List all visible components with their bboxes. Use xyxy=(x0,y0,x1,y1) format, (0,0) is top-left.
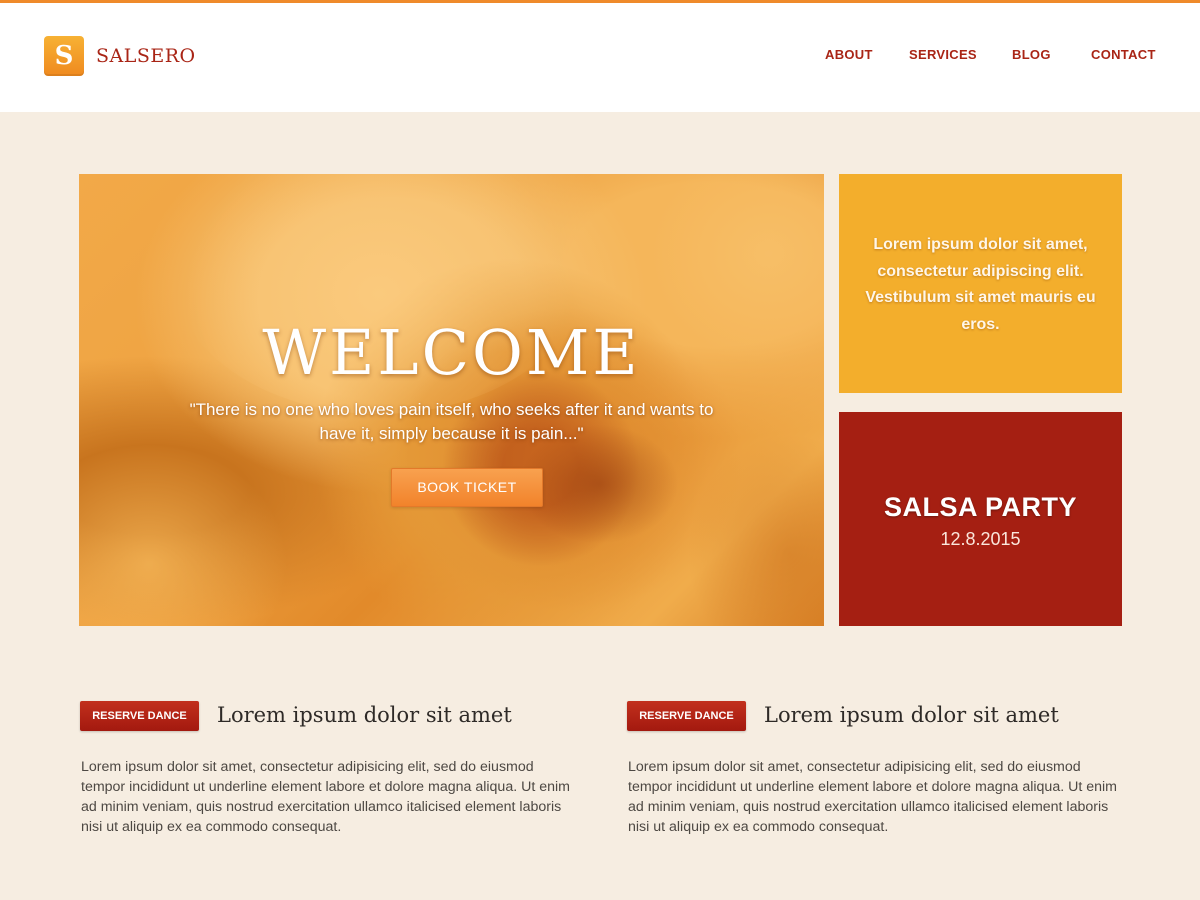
card-text: Lorem ipsum dolor sit amet, consectetur … xyxy=(628,759,1117,835)
event-date: 12.8.2015 xyxy=(940,529,1021,549)
promo-text: Lorem ipsum dolor sit amet, consectetur … xyxy=(865,236,1096,333)
hero-title: WELCOME xyxy=(262,316,641,389)
hero-quote: "There is no one who loves pain itself, … xyxy=(189,400,714,443)
event-title: SALSA PARTY xyxy=(883,492,1077,522)
event-box[interactable]: SALSA PARTY 12.8.2015 xyxy=(839,412,1122,626)
card-title: Lorem ipsum dolor sit amet xyxy=(217,703,512,727)
card-title: Lorem ipsum dolor sit amet xyxy=(764,703,1059,727)
nav-blog[interactable]: BLOG xyxy=(1012,47,1051,62)
reserve-dance-button[interactable]: RESERVE DANCE xyxy=(80,701,199,731)
content-card: RESERVE DANCE Lorem ipsum dolor sit amet… xyxy=(627,701,1117,841)
main-nav: ABOUT SERVICES BLOG CONTACT xyxy=(0,47,1200,71)
card-text: Lorem ipsum dolor sit amet, consectetur … xyxy=(81,759,570,835)
nav-about[interactable]: ABOUT xyxy=(825,47,873,62)
hero-banner: WELCOME "There is no one who loves pain … xyxy=(79,174,824,626)
content-card: RESERVE DANCE Lorem ipsum dolor sit amet… xyxy=(80,701,570,841)
nav-services[interactable]: SERVICES xyxy=(909,47,977,62)
promo-box: Lorem ipsum dolor sit amet, consectetur … xyxy=(839,174,1122,393)
nav-contact[interactable]: CONTACT xyxy=(1091,47,1156,62)
site-header: S SALSERO ABOUT SERVICES BLOG CONTACT xyxy=(0,3,1200,112)
reserve-dance-button[interactable]: RESERVE DANCE xyxy=(627,701,746,731)
book-ticket-button[interactable]: BOOK TICKET xyxy=(391,468,543,507)
